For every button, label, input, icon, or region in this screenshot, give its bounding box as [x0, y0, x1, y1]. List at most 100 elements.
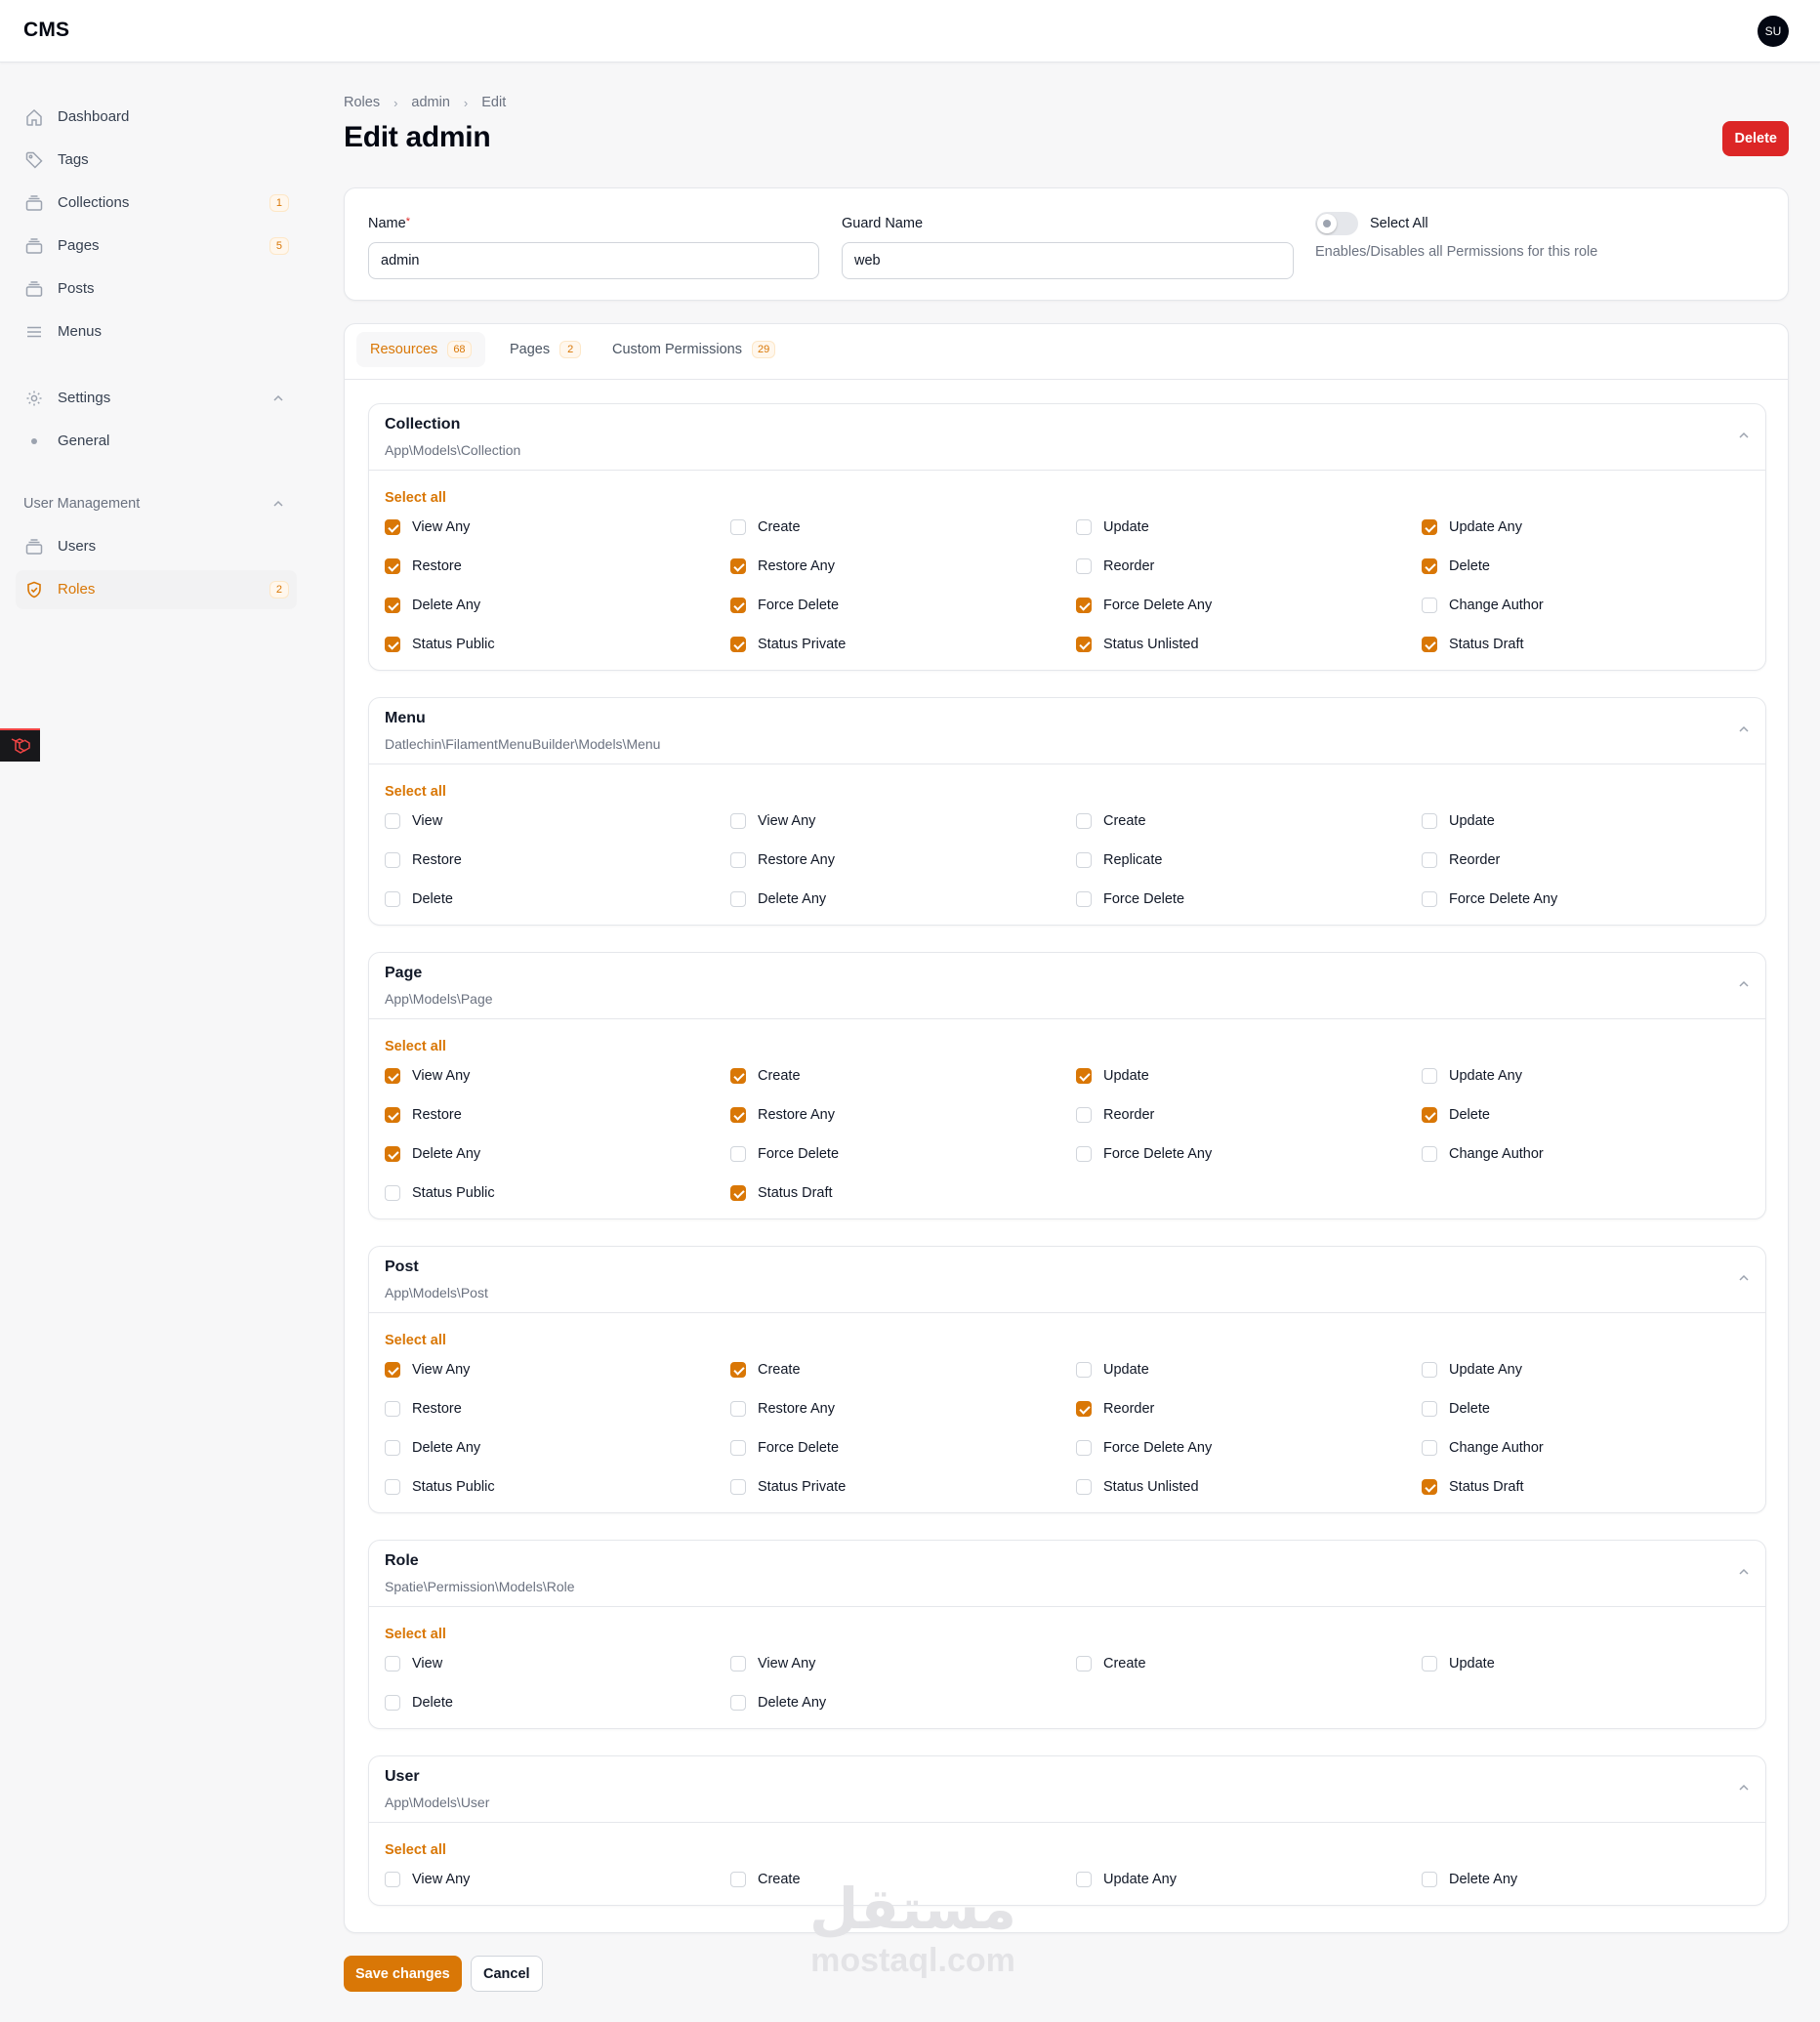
sidebar-item-general[interactable]: General — [16, 422, 297, 461]
checkbox-unchecked[interactable] — [1076, 1107, 1092, 1123]
permission-checkbox-item[interactable]: Status Private — [730, 1477, 846, 1497]
permission-checkbox-item[interactable]: Replicate — [1076, 850, 1162, 870]
brand-logo[interactable]: CMS — [23, 19, 69, 42]
checkbox-unchecked[interactable] — [385, 852, 400, 868]
permission-checkbox-item[interactable]: Delete — [1422, 557, 1490, 576]
select-all-link[interactable]: Select all — [385, 784, 446, 800]
chevron-up-icon[interactable] — [1736, 1780, 1752, 1795]
breadcrumb-roles[interactable]: Roles — [344, 95, 380, 110]
checkbox-checked[interactable] — [385, 637, 400, 652]
permission-checkbox-item[interactable]: Delete — [1422, 1105, 1490, 1125]
permission-checkbox-item[interactable]: Create — [730, 1360, 801, 1380]
sidebar-item-pages[interactable]: Pages 5 — [16, 227, 297, 266]
chevron-up-icon[interactable] — [1736, 1564, 1752, 1580]
permission-checkbox-item[interactable]: Restore Any — [730, 557, 835, 576]
permission-checkbox-item[interactable]: Update — [1422, 811, 1495, 831]
checkbox-unchecked[interactable] — [385, 1695, 400, 1711]
user-avatar[interactable]: SU — [1758, 16, 1789, 47]
section-header[interactable]: Role Spatie\Permission\Models\Role — [369, 1541, 1765, 1607]
checkbox-checked[interactable] — [1422, 1479, 1437, 1495]
sidebar-item-tags[interactable]: Tags — [16, 141, 297, 180]
checkbox-unchecked[interactable] — [385, 1656, 400, 1671]
permission-checkbox-item[interactable]: Update — [1076, 1360, 1149, 1380]
breadcrumb-admin[interactable]: admin — [411, 95, 450, 110]
checkbox-checked[interactable] — [1076, 1401, 1092, 1417]
checkbox-checked[interactable] — [385, 1146, 400, 1162]
chevron-up-icon[interactable] — [1736, 722, 1752, 737]
sidebar-group-user-management[interactable]: User Management — [23, 496, 140, 512]
checkbox-checked[interactable] — [730, 1185, 746, 1201]
permission-checkbox-item[interactable]: Change Author — [1422, 596, 1544, 615]
select-all-link[interactable]: Select all — [385, 1627, 446, 1642]
checkbox-unchecked[interactable] — [1422, 891, 1437, 907]
checkbox-unchecked[interactable] — [1076, 1440, 1092, 1456]
tab-pages[interactable]: Pages 2 — [496, 332, 595, 367]
select-all-toggle[interactable] — [1315, 212, 1358, 235]
permission-checkbox-item[interactable]: Restore — [385, 1105, 462, 1125]
sidebar-item-users[interactable]: Users — [16, 527, 297, 566]
permission-checkbox-item[interactable]: Restore — [385, 557, 462, 576]
permission-checkbox-item[interactable]: Reorder — [1076, 557, 1154, 576]
permission-checkbox-item[interactable]: Change Author — [1422, 1144, 1544, 1164]
checkbox-unchecked[interactable] — [1076, 519, 1092, 535]
permission-checkbox-item[interactable]: View Any — [730, 811, 815, 831]
permission-checkbox-item[interactable]: Update Any — [1422, 517, 1522, 537]
permission-checkbox-item[interactable]: Status Unlisted — [1076, 1477, 1199, 1497]
checkbox-unchecked[interactable] — [1422, 1401, 1437, 1417]
select-all-link[interactable]: Select all — [385, 1039, 446, 1054]
permission-checkbox-item[interactable]: Force Delete Any — [1076, 1144, 1212, 1164]
checkbox-unchecked[interactable] — [730, 1872, 746, 1887]
permission-checkbox-item[interactable]: View Any — [385, 517, 470, 537]
permission-checkbox-item[interactable]: Update — [1076, 1066, 1149, 1086]
checkbox-unchecked[interactable] — [1422, 852, 1437, 868]
permission-checkbox-item[interactable]: Create — [730, 517, 801, 537]
select-all-link[interactable]: Select all — [385, 1842, 446, 1858]
permission-checkbox-item[interactable]: View Any — [385, 1360, 470, 1380]
permission-checkbox-item[interactable]: Create — [730, 1066, 801, 1086]
name-field[interactable] — [368, 242, 819, 279]
permission-checkbox-item[interactable]: View — [385, 1654, 442, 1673]
sidebar-item-menus[interactable]: Menus — [16, 312, 297, 351]
permission-checkbox-item[interactable]: Update Any — [1422, 1360, 1522, 1380]
section-header[interactable]: User App\Models\User — [369, 1756, 1765, 1823]
chevron-up-icon[interactable] — [1736, 976, 1752, 992]
sidebar-group-settings[interactable]: Settings — [16, 379, 297, 418]
checkbox-unchecked[interactable] — [730, 519, 746, 535]
permission-checkbox-item[interactable]: Status Public — [385, 1477, 495, 1497]
checkbox-unchecked[interactable] — [730, 813, 746, 829]
permission-checkbox-item[interactable]: Restore Any — [730, 1105, 835, 1125]
checkbox-checked[interactable] — [1422, 558, 1437, 574]
section-header[interactable]: Page App\Models\Page — [369, 953, 1765, 1019]
permission-checkbox-item[interactable]: Restore Any — [730, 850, 835, 870]
sidebar-item-collections[interactable]: Collections 1 — [16, 184, 297, 223]
permission-checkbox-item[interactable]: Delete — [385, 889, 453, 909]
chevron-up-icon[interactable] — [271, 497, 285, 511]
checkbox-unchecked[interactable] — [1422, 813, 1437, 829]
checkbox-unchecked[interactable] — [1422, 1440, 1437, 1456]
permission-checkbox-item[interactable]: Force Delete Any — [1422, 889, 1557, 909]
permission-checkbox-item[interactable]: Status Private — [730, 635, 846, 654]
checkbox-unchecked[interactable] — [385, 1440, 400, 1456]
permission-checkbox-item[interactable]: Force Delete — [1076, 889, 1184, 909]
checkbox-unchecked[interactable] — [1076, 1656, 1092, 1671]
checkbox-unchecked[interactable] — [1422, 598, 1437, 613]
tab-custom-permissions[interactable]: Custom Permissions 29 — [599, 332, 789, 367]
delete-button[interactable]: Delete — [1722, 121, 1789, 156]
permission-checkbox-item[interactable]: Reorder — [1076, 1399, 1154, 1419]
checkbox-unchecked[interactable] — [1076, 1872, 1092, 1887]
checkbox-unchecked[interactable] — [1076, 1479, 1092, 1495]
chevron-up-icon[interactable] — [271, 392, 285, 405]
permission-checkbox-item[interactable]: Change Author — [1422, 1438, 1544, 1458]
checkbox-unchecked[interactable] — [1422, 1656, 1437, 1671]
permission-checkbox-item[interactable]: Delete Any — [730, 1693, 826, 1713]
checkbox-checked[interactable] — [385, 558, 400, 574]
checkbox-unchecked[interactable] — [1076, 1362, 1092, 1378]
permission-checkbox-item[interactable]: Force Delete Any — [1076, 1438, 1212, 1458]
checkbox-unchecked[interactable] — [730, 1656, 746, 1671]
permission-checkbox-item[interactable]: Reorder — [1422, 850, 1500, 870]
permission-checkbox-item[interactable]: Delete Any — [1422, 1870, 1517, 1889]
section-header[interactable]: Collection App\Models\Collection — [369, 404, 1765, 471]
checkbox-unchecked[interactable] — [1076, 1146, 1092, 1162]
permission-checkbox-item[interactable]: Update — [1422, 1654, 1495, 1673]
checkbox-unchecked[interactable] — [385, 891, 400, 907]
